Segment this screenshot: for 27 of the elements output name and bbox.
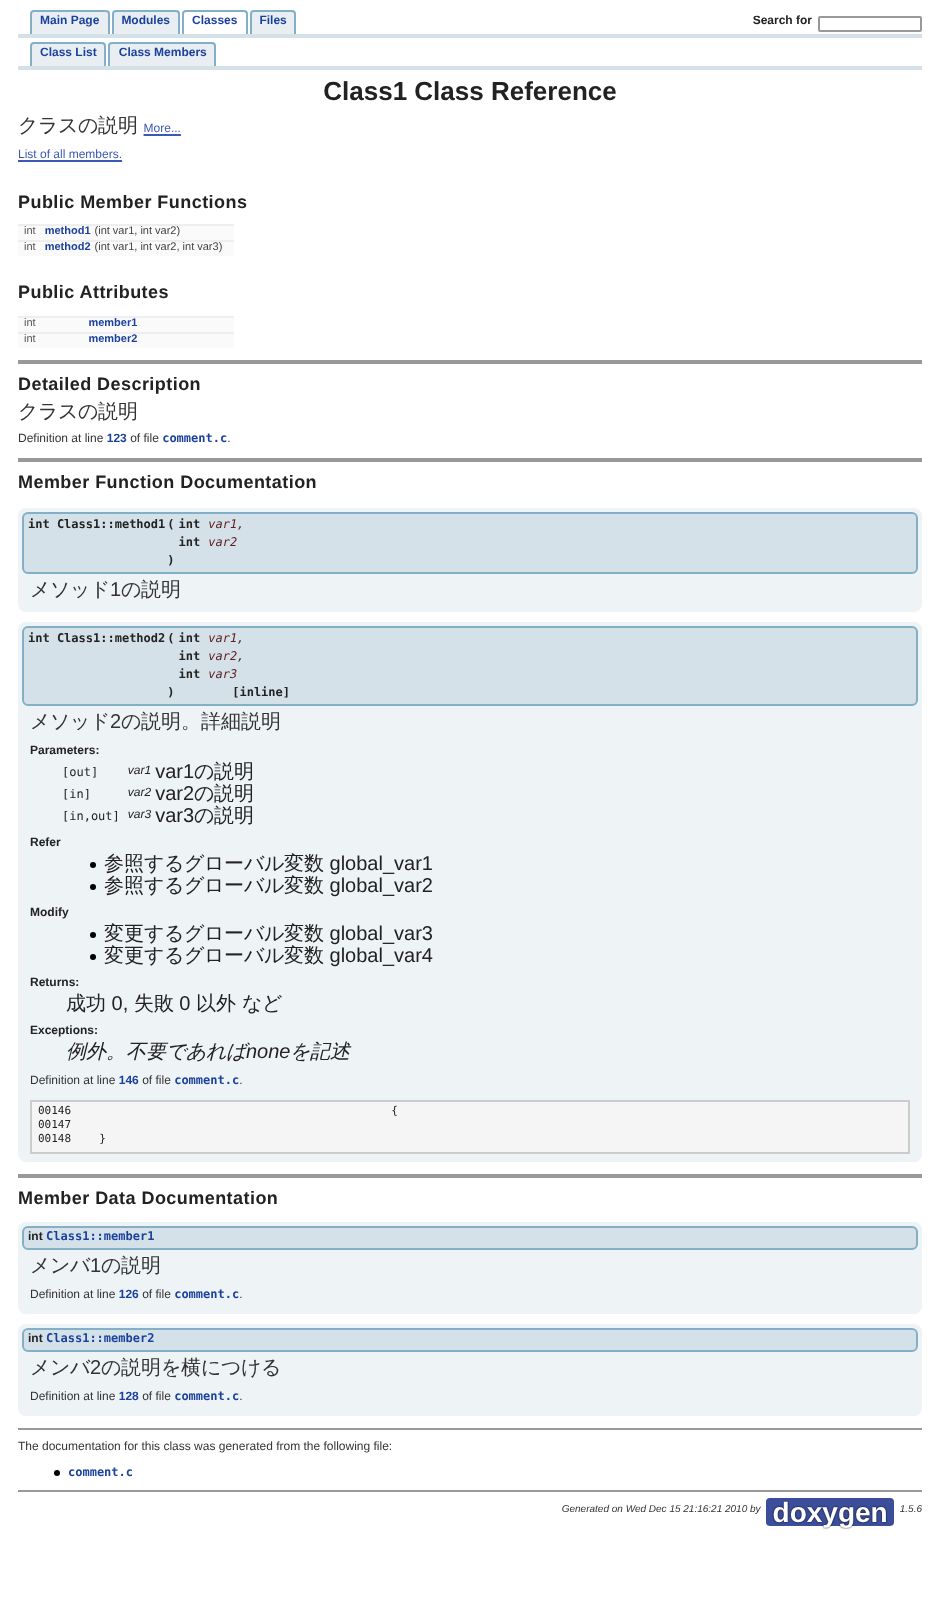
bullet-icon bbox=[54, 1470, 60, 1476]
bullet-icon bbox=[90, 931, 96, 937]
bullet-icon bbox=[90, 953, 96, 959]
bullet-icon bbox=[90, 861, 96, 867]
note-text: 成功 0, 失敗 0 以外 など bbox=[66, 993, 284, 1015]
param-description: var2の説明 bbox=[155, 783, 255, 805]
description-text: メソッド1の説明 bbox=[30, 579, 184, 603]
section-heading: Public Member Functions bbox=[18, 189, 250, 215]
note-text: 例外。不要であればnoneを記述 bbox=[66, 1041, 354, 1063]
doxygen-logo[interactable]: doxygen bbox=[766, 1498, 894, 1526]
description-text: メンバ1の説明 bbox=[30, 1256, 164, 1280]
param-description: var3の説明 bbox=[155, 805, 255, 827]
page-title: Class1 Class Reference bbox=[321, 74, 619, 110]
param-description: var1の説明 bbox=[155, 761, 255, 783]
description-text: クラスの説明 bbox=[18, 402, 140, 426]
section-heading: Detailed Description bbox=[18, 371, 204, 398]
section-heading: Public Attributes bbox=[18, 280, 171, 306]
search-field[interactable] bbox=[818, 15, 922, 31]
bullet-icon bbox=[90, 883, 96, 889]
list-item: 参照するグローバル変数 global_var2 bbox=[104, 875, 433, 897]
description-text: メソッド2の説明。詳細説明 bbox=[30, 711, 284, 735]
description-text: メンバ2の説明を横につける bbox=[30, 1358, 284, 1382]
section-heading: Member Function Documentation bbox=[18, 470, 320, 496]
section-heading: Member Data Documentation bbox=[18, 1185, 281, 1211]
list-item: 変更するグローバル変数 global_var4 bbox=[104, 945, 433, 967]
list-item: 参照するグローバル変数 global_var1 bbox=[104, 853, 433, 875]
list-item: 変更するグローバル変数 global_var3 bbox=[104, 923, 433, 945]
